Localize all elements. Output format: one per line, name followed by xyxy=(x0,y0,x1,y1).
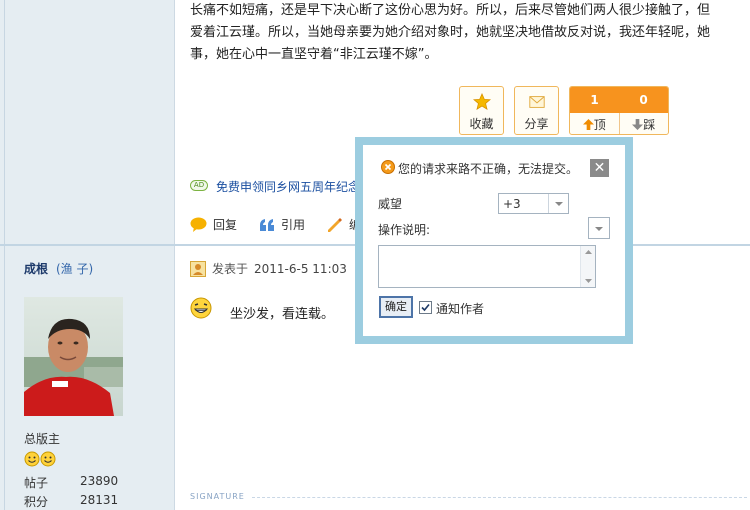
notify-author-checkbox[interactable] xyxy=(419,301,432,314)
confirm-button[interactable]: 确定 xyxy=(379,296,413,318)
posts-count[interactable]: 23890 xyxy=(80,474,118,488)
user-rank: 总版主 xyxy=(24,432,61,446)
smiley-icon xyxy=(40,451,56,467)
quote-label: 引用 xyxy=(281,218,306,232)
ad-link[interactable]: 免费申领同乡网五周年纪念 xyxy=(216,178,360,195)
speech-bubble-icon xyxy=(190,217,207,232)
up-count: 1 xyxy=(590,93,599,107)
post-line: 爱着江云瑾。所以，当她母亲要为她介绍对象时，她就坚决地借故反对说，我还年轻呢，她 xyxy=(190,25,711,40)
quote-button[interactable]: 引用 xyxy=(259,216,305,233)
posted-prefix: 发表于 xyxy=(212,262,249,276)
checkmark-icon xyxy=(421,303,430,312)
laughing-emoji-icon xyxy=(190,297,212,322)
username[interactable]: 成根 xyxy=(24,260,48,277)
score-value: +3 xyxy=(503,197,521,211)
reason-select[interactable] xyxy=(588,217,610,239)
downvote-button[interactable]: 踩 xyxy=(618,113,669,134)
post-line: 长痛不如短痛，还是早下决心断了这份心思为好。所以，后来尽管她们两人很少接触了，但 xyxy=(190,3,711,18)
reason-textarea[interactable] xyxy=(378,245,596,288)
signature-divider xyxy=(252,497,747,498)
signature-label: SIGNATURE xyxy=(190,492,245,501)
chevron-down-icon xyxy=(548,194,568,213)
points-label: 积分 xyxy=(24,495,49,509)
user-title: (渔 子) xyxy=(56,262,94,276)
author-sidebar-top xyxy=(0,0,175,244)
notify-author-label: 通知作者 xyxy=(436,302,485,316)
left-border xyxy=(4,0,5,510)
down-count: 0 xyxy=(639,93,648,107)
post-line: 事，她在心中一直坚守着“非江云瑾不嫁”。 xyxy=(190,47,438,62)
error-message: 您的请求来路不正确，无法提交。 xyxy=(398,162,579,176)
downvote-label: 踩 xyxy=(643,118,656,132)
upvote-label: 顶 xyxy=(593,118,606,132)
chevron-down-icon xyxy=(595,227,603,231)
star-icon xyxy=(472,93,491,110)
quote-icon xyxy=(260,218,275,231)
ad-badge: AD xyxy=(190,180,208,191)
score-select[interactable]: +3 xyxy=(498,193,569,214)
reply-button[interactable]: 回复 xyxy=(190,216,237,233)
rank-icons xyxy=(24,451,56,467)
arrow-up-icon xyxy=(582,119,594,130)
share-label: 分享 xyxy=(524,117,549,131)
smiley-icon xyxy=(24,451,40,467)
avatar[interactable] xyxy=(24,297,123,416)
favorite-label: 收藏 xyxy=(469,117,494,131)
reply-content: 坐沙发，看连载。 xyxy=(230,307,335,322)
upvote-button[interactable]: 顶 xyxy=(570,113,619,134)
favorite-button[interactable]: 收藏 xyxy=(459,86,504,135)
points-count: 28131 xyxy=(80,493,119,507)
textarea-scrollbar[interactable] xyxy=(580,246,595,287)
vote-widget: 1 0 顶 踩 xyxy=(569,86,669,135)
share-button[interactable]: 分享 xyxy=(514,86,559,135)
post-body: 长痛不如短痛，还是早下决心断了这份心思为好。所以，后来尽管她们两人很少接触了，但… xyxy=(190,0,750,66)
avatar-photo xyxy=(24,297,123,416)
posts-label: 帖子 xyxy=(24,476,49,490)
arrow-down-icon xyxy=(632,119,644,130)
post-meta: 发表于 2011-6-5 11:03 xyxy=(190,260,347,277)
close-button[interactable]: ✕ xyxy=(590,159,609,177)
pencil-icon xyxy=(328,217,343,232)
user-card-icon xyxy=(190,260,206,277)
reply-label: 回复 xyxy=(213,218,238,232)
reason-label: 操作说明: xyxy=(378,223,431,237)
posted-time: 2011-6-5 11:03 xyxy=(254,261,347,276)
envelope-icon xyxy=(528,96,545,108)
error-icon xyxy=(381,160,395,177)
score-label: 威望 xyxy=(378,197,403,211)
